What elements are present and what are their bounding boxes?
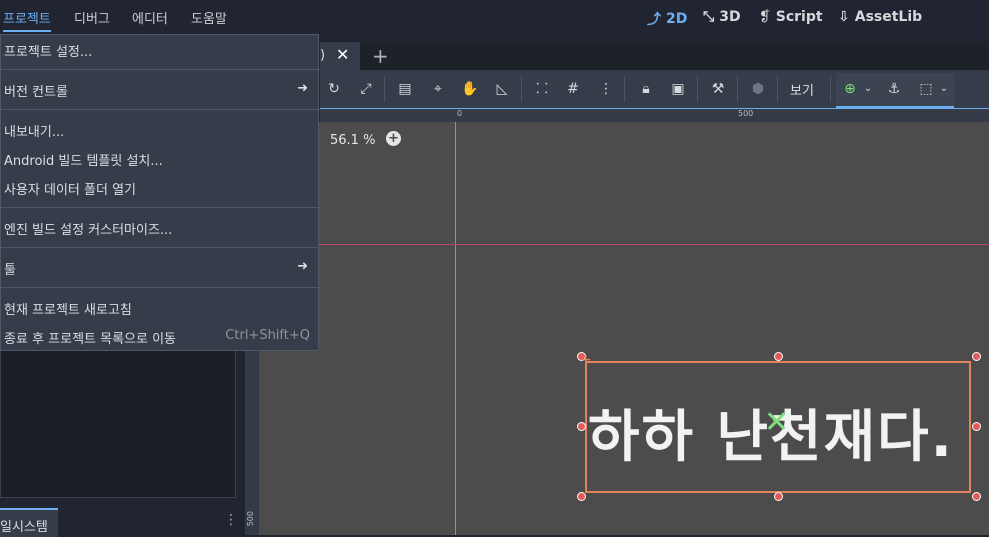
- camera-icon[interactable]: ⬢: [749, 80, 767, 98]
- menu-debug[interactable]: 디버그: [74, 8, 110, 27]
- chevron-down-icon[interactable]: ⌄: [935, 80, 953, 98]
- ruler-tick-label: 500: [246, 511, 255, 527]
- menu-separator: [1, 109, 320, 110]
- scene-tab[interactable]: ) ✕: [320, 42, 360, 70]
- toolbar-divider: [830, 76, 831, 102]
- toolbar-divider: [777, 76, 778, 102]
- resize-handle[interactable]: [774, 352, 783, 361]
- toolbar-divider: [521, 76, 522, 102]
- menu-editor[interactable]: 에디터: [132, 8, 168, 27]
- scene-tab-strip: [320, 42, 989, 70]
- add-anchor-icon[interactable]: ⊕: [841, 80, 859, 98]
- resize-handle[interactable]: [774, 492, 783, 501]
- menu-separator: [1, 287, 320, 288]
- toolbar-divider: [624, 76, 625, 102]
- bone-icon[interactable]: ⚒: [709, 80, 727, 98]
- ruler-mode-icon[interactable]: ◺: [493, 80, 511, 98]
- toolbar-divider: [737, 76, 738, 102]
- smart-snap-icon[interactable]: ⸬: [533, 80, 551, 98]
- pivot-icon[interactable]: +: [580, 352, 592, 368]
- view-menu-button[interactable]: 보기: [790, 80, 814, 99]
- pivot-mode-icon[interactable]: ⌖: [429, 80, 447, 98]
- anchor-icon[interactable]: ⚓︎: [885, 80, 903, 98]
- 2d-icon: ⤴: [647, 12, 661, 28]
- assetlib-icon: ⇩: [838, 9, 850, 25]
- resize-handle[interactable]: [577, 422, 586, 431]
- menu-item-project-settings[interactable]: 프로젝트 설정...: [4, 41, 92, 60]
- submenu-arrow-icon: ➜: [297, 81, 308, 96]
- menu-item-install-android-template[interactable]: Android 빌드 템플릿 설치...: [4, 150, 163, 169]
- add-tab-button[interactable]: +: [372, 44, 389, 68]
- shortcut-label: Ctrl+Shift+Q: [225, 328, 310, 343]
- project-menu-popup: 프로젝트 설정... 버전 컨트롤 ➜ 내보내기... Android 빌드 템…: [0, 34, 320, 351]
- menu-item-export[interactable]: 내보내기...: [4, 121, 64, 140]
- menu-separator: [1, 247, 320, 248]
- menu-item-tools[interactable]: 툴: [4, 259, 16, 278]
- anchor-preset-icon[interactable]: ⬚: [917, 80, 935, 98]
- filesystem-tab-label: 일시스템: [0, 520, 48, 535]
- filesystem-dock-tab[interactable]: 일시스템: [0, 508, 58, 537]
- ruler-tick-label: 0: [457, 109, 463, 118]
- zoom-level[interactable]: 56.1 %: [330, 133, 375, 148]
- menu-item-open-user-data[interactable]: 사용자 데이터 폴더 열기: [4, 179, 136, 198]
- top-ruler: 0 500: [320, 108, 989, 123]
- snap-options-icon[interactable]: ⋮: [597, 80, 615, 98]
- menu-item-customize-engine-build[interactable]: 엔진 빌드 설정 커스터마이즈...: [4, 219, 172, 238]
- menu-separator: [1, 69, 320, 70]
- menu-help[interactable]: 도움말: [191, 8, 227, 27]
- resize-handle[interactable]: [972, 422, 981, 431]
- x-axis-line: [259, 244, 989, 245]
- menu-item-reload-project[interactable]: 현재 프로젝트 새로고침: [4, 299, 132, 318]
- resize-handle[interactable]: [972, 492, 981, 501]
- menu-item-quit-to-project-list[interactable]: 종료 후 프로젝트 목록으로 이동: [4, 328, 176, 347]
- dock-menu-icon[interactable]: ⋮: [224, 512, 238, 528]
- resize-handle[interactable]: [972, 352, 981, 361]
- workspace-3d-button[interactable]: ⤡ 3D: [703, 9, 741, 25]
- scale-mode-icon[interactable]: ⤢: [357, 80, 375, 98]
- rotate-mode-icon[interactable]: ↻: [325, 80, 343, 98]
- resize-handle[interactable]: [577, 492, 586, 501]
- group-icon[interactable]: ▣: [669, 80, 687, 98]
- y-axis-line: [455, 122, 456, 535]
- grid-snap-icon[interactable]: #: [564, 80, 582, 98]
- workspace-assetlib-button[interactable]: ⇩ AssetLib: [838, 9, 922, 25]
- close-icon[interactable]: ✕: [336, 45, 349, 64]
- submenu-arrow-icon: ➜: [297, 259, 308, 274]
- workspace-2d-button[interactable]: ⤴ 2D: [647, 9, 687, 29]
- workspace-script-button[interactable]: ❡ Script: [759, 9, 823, 25]
- 3d-icon: ⤡: [703, 9, 715, 25]
- ruler-tick-label: 500: [738, 109, 754, 118]
- zoom-in-icon[interactable]: +: [386, 131, 401, 146]
- toolbar-divider: [384, 76, 385, 102]
- chevron-down-icon[interactable]: ⌄: [859, 80, 877, 98]
- scene-tab-title: ): [320, 48, 326, 63]
- pan-mode-icon[interactable]: ✋: [461, 80, 479, 98]
- lock-icon[interactable]: 🔒︎: [637, 80, 655, 98]
- menu-item-version-control[interactable]: 버전 컨트롤: [4, 81, 68, 100]
- anchor-marker-icon[interactable]: ✕: [764, 408, 789, 438]
- list-select-icon[interactable]: ▤: [396, 80, 414, 98]
- script-icon: ❡: [759, 9, 771, 25]
- menu-project[interactable]: 프로젝트: [3, 8, 51, 32]
- menu-separator: [1, 207, 320, 208]
- toolbar-divider: [697, 76, 698, 102]
